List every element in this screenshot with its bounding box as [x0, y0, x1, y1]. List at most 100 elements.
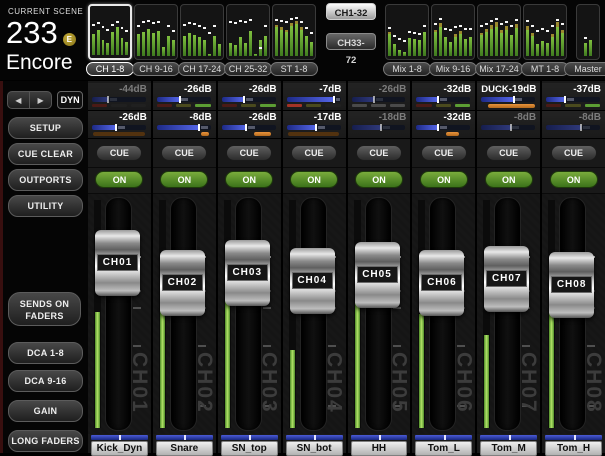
- pan-indicator[interactable]: [286, 435, 343, 440]
- bank-tab[interactable]: CH 17-24: [180, 4, 224, 76]
- bank-tab[interactable]: Mix 9-16: [431, 4, 475, 76]
- dynamics2-section[interactable]: -8dB: [153, 111, 216, 139]
- fader-cap[interactable]: CH08: [549, 252, 594, 318]
- bank-tab-label[interactable]: CH 9-16: [132, 62, 180, 76]
- bank-tab-label[interactable]: Mix 9-16: [429, 62, 477, 76]
- dynamics1-section[interactable]: -26dB: [218, 83, 281, 111]
- bank-tab-label[interactable]: CH 1-8: [86, 62, 134, 76]
- fader-cap[interactable]: CH06: [419, 250, 464, 316]
- dynamics2-section[interactable]: -18dB: [348, 111, 411, 139]
- dynamics1-section[interactable]: -26dB: [153, 83, 216, 111]
- dynamics2-section[interactable]: -32dB: [412, 111, 475, 139]
- long-faders-button[interactable]: LONG FADERS: [8, 430, 83, 452]
- bank-tab-label[interactable]: Master: [564, 62, 605, 76]
- channel-name[interactable]: Tom_M: [480, 441, 537, 456]
- pan-indicator[interactable]: [545, 435, 602, 440]
- cue-button[interactable]: CUE: [486, 145, 532, 161]
- cue-clear-button[interactable]: CUE CLEAR: [8, 143, 83, 165]
- dynamics2-section[interactable]: -17dB: [283, 111, 346, 139]
- outports-button[interactable]: OUTPORTS: [8, 169, 83, 191]
- dynamics1-section[interactable]: DUCK -19dB: [477, 83, 540, 111]
- bank-tab[interactable]: CH 1-8: [88, 4, 132, 76]
- prev-arrow-button[interactable]: ◀: [7, 91, 30, 109]
- gain-button[interactable]: GAIN: [8, 400, 83, 422]
- channel-name[interactable]: Kick_Dyn: [91, 441, 148, 456]
- channel-name[interactable]: HH: [351, 441, 408, 456]
- dynamics2-section[interactable]: -8dB: [542, 111, 605, 139]
- scene-display[interactable]: CURRENT SCENE 233 E Encore: [6, 4, 88, 78]
- dynamics1-section[interactable]: -32dB: [412, 83, 475, 111]
- dynamics2-section[interactable]: -26dB: [218, 111, 281, 139]
- bank-tab-label[interactable]: CH 17-24: [178, 62, 226, 76]
- fader-cap-channel-label: CH02: [162, 274, 203, 291]
- bank-tab-label[interactable]: ST 1-8: [270, 62, 318, 76]
- bank-switch-buttons: CH1-32 CH33-72: [326, 3, 378, 63]
- dynamics1-section[interactable]: -44dB: [88, 83, 151, 111]
- pan-indicator[interactable]: [480, 435, 537, 440]
- on-button[interactable]: ON: [290, 171, 338, 188]
- cue-button[interactable]: CUE: [421, 145, 467, 161]
- bank-tab[interactable]: Mix 17-24: [477, 4, 521, 76]
- on-button[interactable]: ON: [420, 171, 468, 188]
- bank-tab-label[interactable]: Mix 17-24: [475, 62, 523, 76]
- fader-cap[interactable]: CH04: [290, 248, 335, 314]
- setup-button[interactable]: SETUP: [8, 117, 83, 139]
- bank-tab[interactable]: MT 1-8: [523, 4, 567, 76]
- bank-tab[interactable]: Mix 1-8: [385, 4, 429, 76]
- channel-number-vertical: CH03: [257, 352, 281, 414]
- channel-name[interactable]: Tom_H: [545, 441, 602, 456]
- cue-button[interactable]: CUE: [551, 145, 597, 161]
- on-button[interactable]: ON: [160, 171, 208, 188]
- bank-tab[interactable]: Master: [569, 4, 605, 76]
- on-button[interactable]: ON: [95, 171, 143, 188]
- cue-button[interactable]: CUE: [96, 145, 142, 161]
- cue-button[interactable]: CUE: [356, 145, 402, 161]
- pan-indicator[interactable]: [91, 435, 148, 440]
- cue-button[interactable]: CUE: [161, 145, 207, 161]
- next-arrow-button[interactable]: ▶: [30, 91, 53, 109]
- bank-tab-label[interactable]: MT 1-8: [521, 62, 569, 76]
- fader-cap[interactable]: CH05: [355, 242, 400, 308]
- bank-tab[interactable]: CH 25-32: [226, 4, 270, 76]
- dyn2-threshold-value: -8dB: [579, 112, 601, 124]
- on-button[interactable]: ON: [485, 171, 533, 188]
- pan-indicator[interactable]: [351, 435, 408, 440]
- bank-ch33-72-button[interactable]: CH33-72: [326, 33, 376, 50]
- pan-indicator[interactable]: [156, 435, 213, 440]
- bank-tab[interactable]: ST 1-8: [272, 4, 316, 76]
- dynamics1-section[interactable]: -7dB: [283, 83, 346, 111]
- cue-button[interactable]: CUE: [291, 145, 337, 161]
- on-button[interactable]: ON: [355, 171, 403, 188]
- bank-tab[interactable]: CH 9-16: [134, 4, 178, 76]
- dyn1-threshold-value: -37dB: [573, 84, 601, 96]
- fader-area: CH08 CH08: [542, 194, 605, 434]
- bank-ch1-32-button[interactable]: CH1-32: [326, 3, 376, 20]
- fader-cap[interactable]: CH02: [160, 250, 205, 316]
- fader-cap[interactable]: CH03: [225, 240, 270, 306]
- sends-on-faders-button[interactable]: SENDS ON FADERS: [8, 292, 81, 326]
- bank-tab-label[interactable]: CH 25-32: [224, 62, 272, 76]
- dca-1-8-button[interactable]: DCA 1-8: [8, 342, 83, 364]
- dyn1-threshold-bar: [222, 97, 276, 102]
- dynamics2-section[interactable]: -26dB: [88, 111, 151, 139]
- dynamics2-section[interactable]: -8dB: [477, 111, 540, 139]
- fader-cap[interactable]: CH07: [484, 246, 529, 312]
- channel-name[interactable]: Tom_L: [415, 441, 472, 456]
- channel-number-vertical: CH02: [192, 352, 216, 414]
- dynamics1-section[interactable]: -37dB: [542, 83, 605, 111]
- pan-indicator[interactable]: [415, 435, 472, 440]
- cue-button[interactable]: CUE: [226, 145, 272, 161]
- utility-button[interactable]: UTILITY: [8, 195, 83, 217]
- dynamics1-section[interactable]: -26dB: [348, 83, 411, 111]
- bank-tab-label[interactable]: Mix 1-8: [383, 62, 431, 76]
- fader-cap[interactable]: CH01: [95, 230, 140, 296]
- level-meter: [289, 200, 296, 428]
- channel-name[interactable]: Snare: [156, 441, 213, 456]
- channel-name[interactable]: SN_top: [221, 441, 278, 456]
- dca-9-16-button[interactable]: DCA 9-16: [8, 370, 83, 392]
- on-button[interactable]: ON: [225, 171, 273, 188]
- fader-cap-channel-label: CH03: [227, 264, 268, 281]
- channel-name[interactable]: SN_bot: [286, 441, 343, 456]
- on-button[interactable]: ON: [550, 171, 598, 188]
- pan-indicator[interactable]: [221, 435, 278, 440]
